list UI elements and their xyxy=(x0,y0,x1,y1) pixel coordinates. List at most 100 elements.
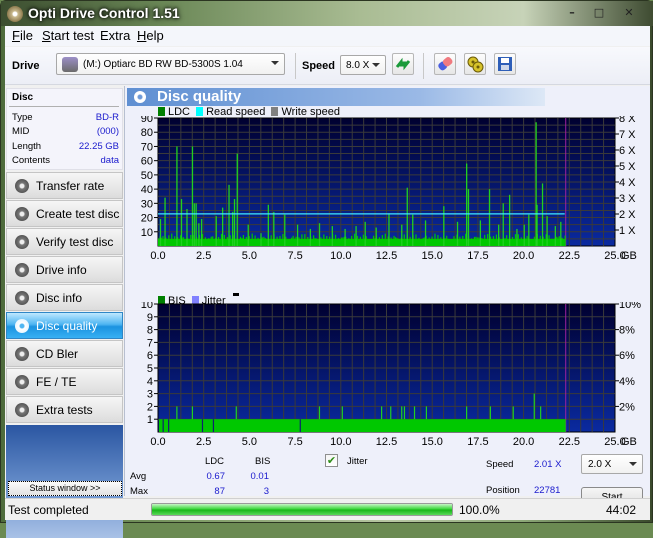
x-tick-label: 15.0 xyxy=(421,250,442,262)
toolbar-separator xyxy=(423,53,424,79)
save-button[interactable] xyxy=(494,53,516,75)
ldc-bar xyxy=(410,242,413,246)
ldc-bar xyxy=(162,236,164,246)
ldc-bar xyxy=(279,235,281,246)
bis-gap xyxy=(299,419,301,432)
chevron-down-icon xyxy=(271,61,279,65)
status-window-button[interactable]: Status window >> xyxy=(8,481,122,496)
x-tick-label: 20.0 xyxy=(513,436,534,448)
disc-icon xyxy=(15,375,29,389)
sidebar-item-verify-test-disc[interactable]: Verify test disc xyxy=(6,228,123,255)
ldc-spike xyxy=(467,189,470,246)
ldc-spike xyxy=(331,226,333,246)
ldc-bar xyxy=(415,234,417,246)
ldc-bar xyxy=(384,233,386,246)
sidebar-item-create-test-disc[interactable]: Create test disc xyxy=(6,200,123,227)
ldc-spike xyxy=(191,146,194,246)
sidebar-item-label: FE / TE xyxy=(36,375,77,389)
ldc-bar xyxy=(438,242,440,246)
disc-quality-panel: Disc quality LDC Read speed Write speed … xyxy=(124,86,650,512)
ldc-spike xyxy=(479,220,482,246)
settings-button[interactable] xyxy=(464,53,486,75)
ldc-bar xyxy=(449,239,451,246)
ldc-spike xyxy=(412,214,414,246)
ldc-bar xyxy=(340,237,342,246)
ldc-bar xyxy=(272,239,274,246)
speed-select[interactable]: 8.0 X xyxy=(340,55,386,75)
ldc-bar xyxy=(263,236,265,246)
ldc-bar xyxy=(418,237,420,246)
y2-tick-label: 4 X xyxy=(619,177,636,189)
ldc-bar xyxy=(169,240,171,246)
ldc-bar xyxy=(372,235,375,246)
ldc-bar xyxy=(514,234,517,246)
ldc-spike xyxy=(273,211,275,246)
ldc-spike xyxy=(193,203,195,246)
ldc-bar xyxy=(213,238,215,246)
close-button[interactable]: ✕ xyxy=(618,5,640,21)
bis-spike xyxy=(318,406,321,420)
jitter-checkbox[interactable]: ✔ xyxy=(325,454,338,467)
ldc-spike xyxy=(296,224,299,246)
sidebar-item-disc-info[interactable]: Disc info xyxy=(6,284,123,311)
menu-help[interactable]: Help xyxy=(137,28,164,43)
ldc-bar xyxy=(367,240,369,246)
sidebar-item-fe-te[interactable]: FE / TE xyxy=(6,368,123,395)
ldc-bar xyxy=(324,239,326,246)
x-tick-label: 5.0 xyxy=(242,250,257,262)
ldc-bar xyxy=(513,241,515,246)
disc-icon xyxy=(15,179,29,193)
ldc-bar xyxy=(519,241,521,246)
ldc-bar xyxy=(396,237,398,246)
ldc-bar xyxy=(522,241,524,246)
title-bar[interactable]: Opti Drive Control 1.51 – □ ✕ xyxy=(1,1,653,26)
ldc-bar xyxy=(207,238,209,246)
refresh-button[interactable] xyxy=(392,53,414,75)
menu-file[interactable]: File xyxy=(12,28,33,43)
menu-start-test[interactable]: Start test xyxy=(42,28,94,43)
sidebar-item-extra-tests[interactable]: Extra tests xyxy=(6,396,123,423)
ldc-bar xyxy=(530,239,533,246)
sidebar-item-cd-bler[interactable]: CD Bler xyxy=(6,340,123,367)
disc-icon xyxy=(15,207,29,221)
ldc-spike xyxy=(198,223,200,246)
menu-label: ile xyxy=(19,28,33,43)
ldc-bar xyxy=(302,239,304,246)
sidebar-item-transfer-rate[interactable]: Transfer rate xyxy=(6,172,123,199)
ldc-bar xyxy=(348,238,350,246)
maximize-button[interactable]: □ xyxy=(588,5,610,21)
sidebar-item-drive-info[interactable]: Drive info xyxy=(6,256,123,283)
ldc-bar xyxy=(244,240,246,246)
ldc-spike xyxy=(215,216,217,246)
ldc-spike xyxy=(195,203,197,246)
ldc-bar xyxy=(476,237,479,246)
bis-spike xyxy=(533,393,535,420)
minimize-button[interactable]: – xyxy=(561,5,583,21)
ldc-bar xyxy=(378,237,381,246)
ldc-bar xyxy=(336,241,338,246)
ldc-bar xyxy=(304,234,306,246)
ldc-bar xyxy=(257,237,259,246)
sidebar-item-label: CD Bler xyxy=(36,347,79,361)
position-label: Position xyxy=(486,485,520,496)
menu-extra[interactable]: Extra xyxy=(100,28,130,43)
sidebar-item-disc-quality[interactable]: Disc quality xyxy=(6,312,123,339)
sidebar: Disc Type BD-R MID (000) Length 22.25 GB… xyxy=(5,86,123,538)
ldc-bar xyxy=(245,236,247,246)
speed-label: Speed xyxy=(302,60,336,72)
drive-select[interactable]: (M:) Optiarc BD RW BD-5300S 1.04 xyxy=(56,53,285,75)
test-speed-select[interactable]: 2.0 X xyxy=(581,454,643,474)
bis-gap xyxy=(212,419,215,432)
ldc-bar xyxy=(361,240,363,246)
erase-button[interactable] xyxy=(434,53,456,75)
ldc-bar xyxy=(413,239,416,246)
ldc-bar xyxy=(482,241,484,246)
ldc-swatch xyxy=(158,107,165,116)
ldc-bar xyxy=(270,235,272,246)
ldc-bar xyxy=(321,238,323,246)
ldc-bar xyxy=(459,236,461,246)
ldc-bar xyxy=(298,237,300,246)
ldc-bar xyxy=(358,243,360,246)
ldc-bar xyxy=(371,238,373,246)
disc-icon xyxy=(15,235,29,249)
